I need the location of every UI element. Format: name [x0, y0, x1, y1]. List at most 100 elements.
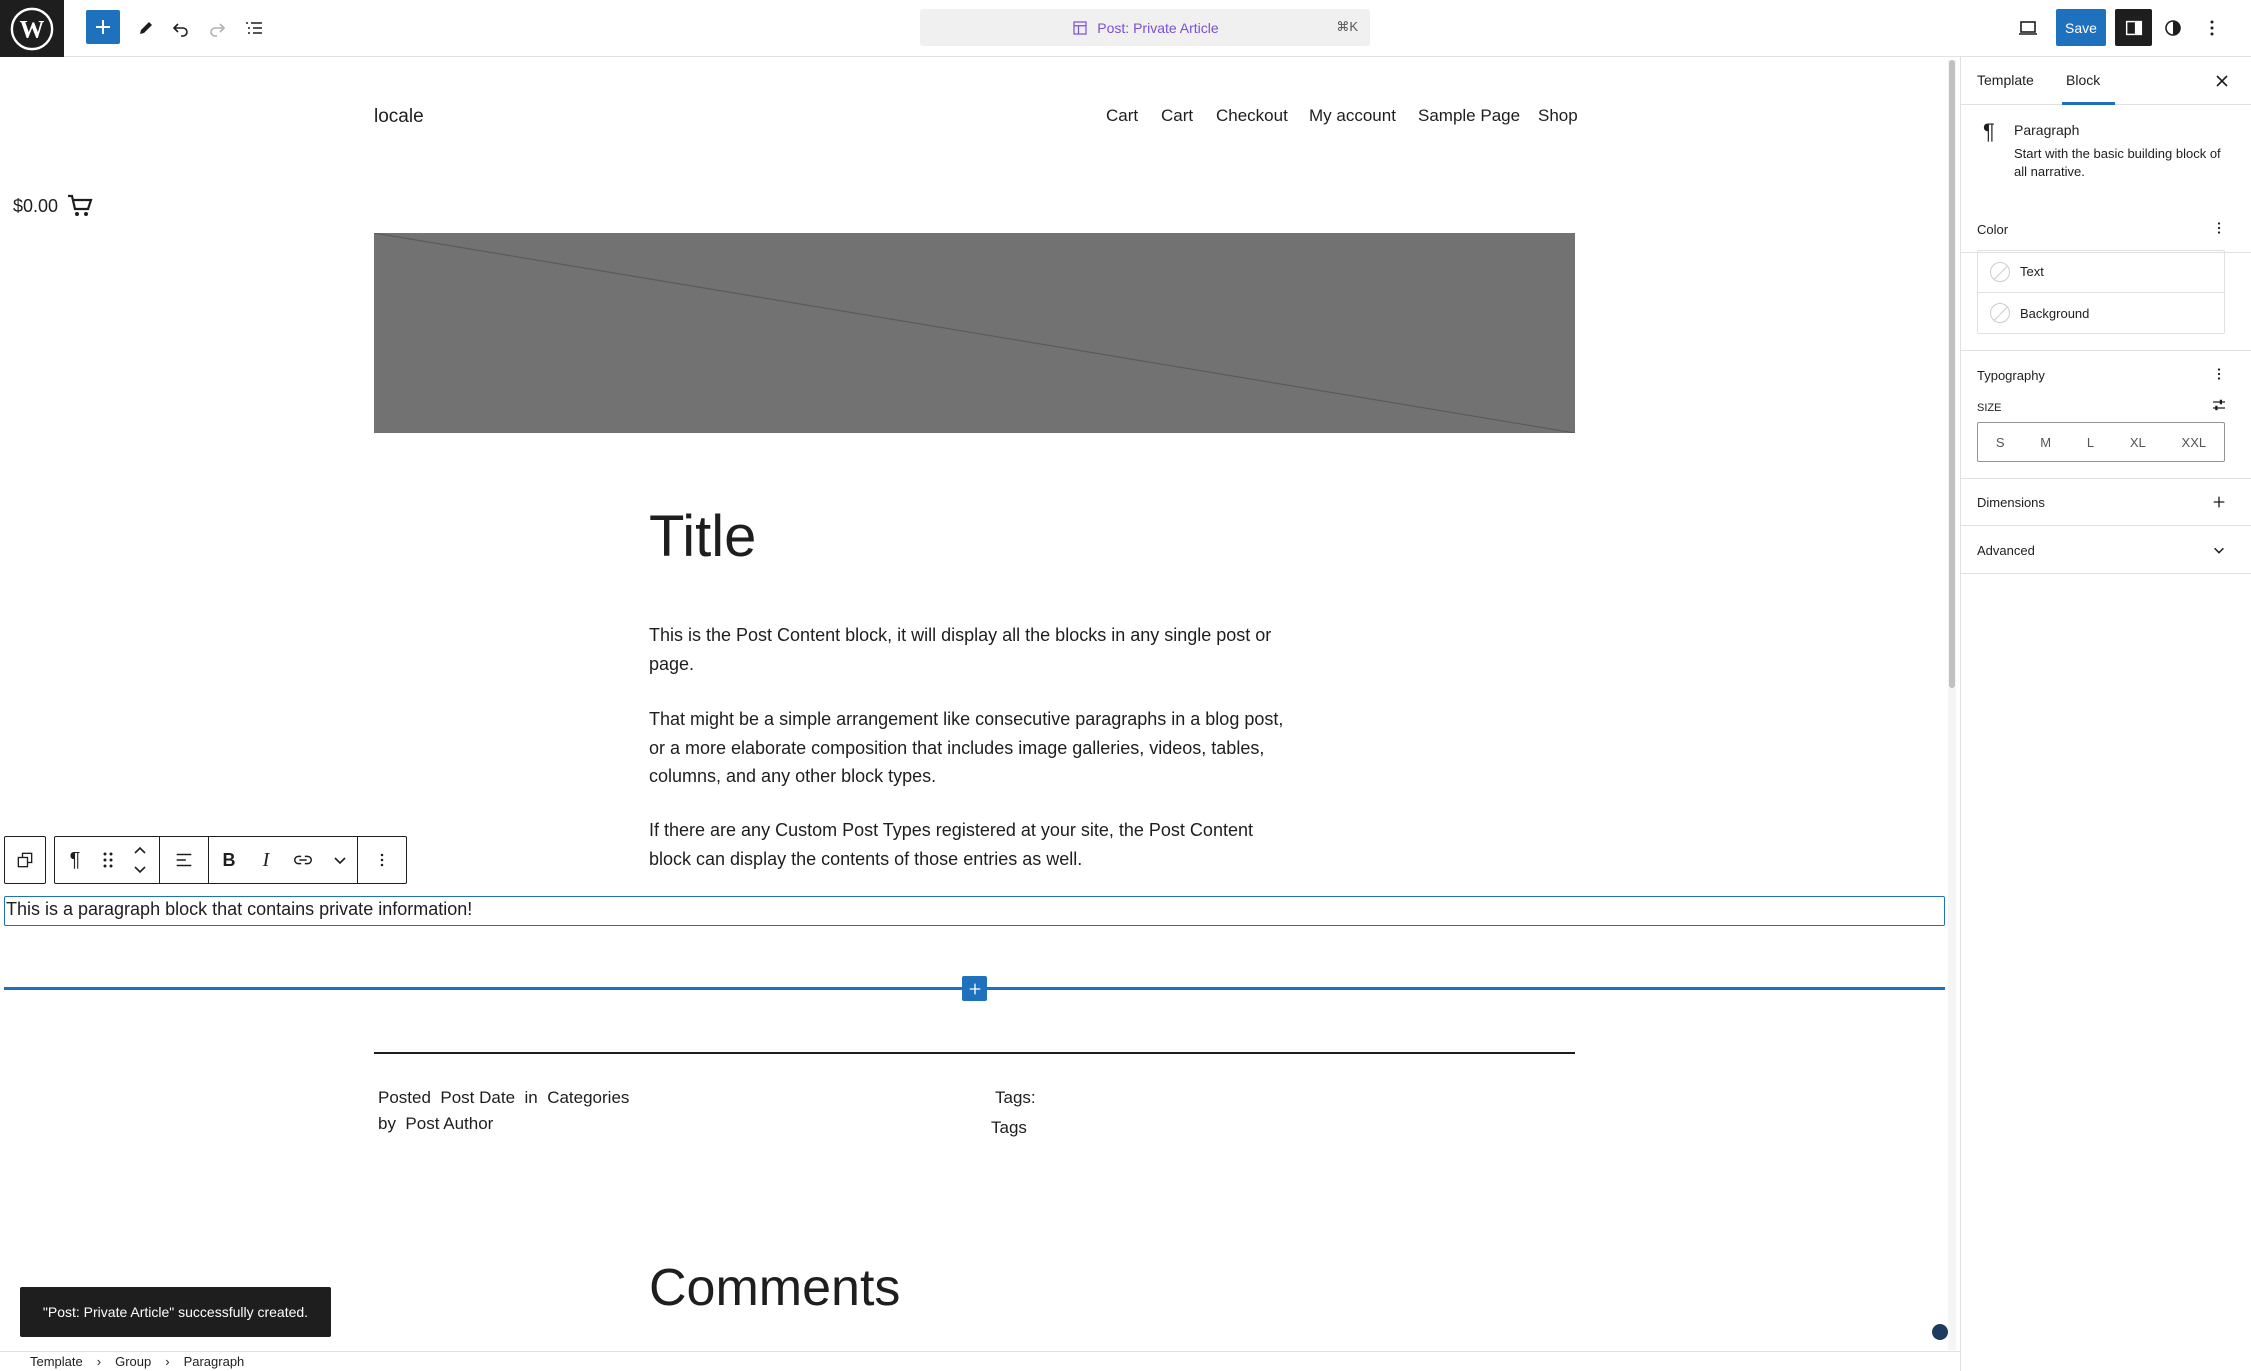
copy-icon — [17, 852, 33, 868]
font-size-xxl[interactable]: XXL — [2182, 435, 2207, 450]
panel-divider — [1961, 478, 2251, 479]
plus-icon — [2213, 496, 2225, 508]
document-bar[interactable]: Post: Private Article ⌘K — [920, 9, 1370, 46]
options-button[interactable] — [2194, 10, 2230, 46]
tab-template[interactable]: Template — [1977, 72, 2034, 88]
select-parent-button[interactable] — [5, 837, 45, 883]
desktop-icon — [2019, 21, 2037, 35]
typography-options-button[interactable] — [2207, 362, 2231, 386]
breadcrumb-paragraph[interactable]: Paragraph — [184, 1354, 245, 1369]
bold-button[interactable]: B — [209, 837, 249, 883]
color-settings: Text Background — [1977, 250, 2225, 334]
redo-button[interactable] — [199, 10, 235, 46]
wordpress-logo-button[interactable]: W — [0, 0, 64, 57]
nav-item-my-account[interactable]: My account — [1309, 106, 1396, 126]
italic-icon: I — [262, 848, 270, 871]
canvas-scrollbar[interactable] — [1948, 60, 1956, 1350]
preview-button[interactable] — [2010, 10, 2046, 46]
document-title: Post: Private Article — [1097, 19, 1219, 36]
document-overview-button[interactable] — [236, 10, 272, 46]
save-button[interactable]: Save — [2056, 9, 2106, 46]
post-content-paragraph-2[interactable]: That might be a simple arrangement like … — [649, 705, 1299, 791]
extension-badge-icon[interactable] — [1932, 1324, 1948, 1340]
typography-panel-title: Typography — [1977, 368, 2045, 383]
breadcrumb-template[interactable]: Template — [30, 1354, 83, 1369]
drag-handle[interactable] — [95, 837, 121, 883]
block-inserter-button[interactable] — [86, 10, 120, 44]
dimensions-panel-title[interactable]: Dimensions — [1977, 495, 2045, 510]
post-title[interactable]: Title — [649, 503, 756, 570]
sidebar-icon — [2125, 20, 2142, 35]
advanced-toggle-button[interactable] — [2207, 538, 2231, 562]
text-color-option[interactable]: Text — [1978, 251, 2224, 292]
more-rich-text-button[interactable] — [323, 837, 357, 883]
undo-button[interactable] — [163, 10, 199, 46]
font-size-s[interactable]: S — [1996, 435, 2005, 450]
selected-paragraph-block[interactable]: This is a paragraph block that contains … — [4, 896, 1945, 926]
post-categories[interactable]: Categories — [547, 1088, 629, 1107]
styles-button[interactable] — [2155, 10, 2191, 46]
italic-button[interactable]: I — [249, 837, 283, 883]
post-author[interactable]: Post Author — [405, 1114, 493, 1133]
snackbar-notice: "Post: Private Article" successfully cre… — [20, 1287, 331, 1337]
wordpress-icon: W — [10, 7, 54, 50]
site-title[interactable]: locale — [374, 106, 424, 128]
font-size-xl[interactable]: XL — [2130, 435, 2146, 450]
custom-size-toggle[interactable] — [2207, 393, 2231, 417]
font-size-l[interactable]: L — [2087, 435, 2094, 450]
mini-cart[interactable]: $0.00 — [13, 193, 94, 219]
nav-item-checkout[interactable]: Checkout — [1216, 106, 1288, 126]
layout-icon — [1073, 20, 1087, 35]
link-button[interactable] — [283, 837, 323, 883]
contrast-icon — [2165, 20, 2181, 36]
chevron-up-down-icon — [134, 846, 146, 874]
close-icon — [2216, 75, 2228, 87]
text-color-label: Text — [2020, 264, 2044, 279]
block-description: Start with the basic building block of a… — [2014, 146, 2221, 179]
breadcrumb-group[interactable]: Group — [115, 1354, 151, 1369]
nav-item-cart-2[interactable]: Cart — [1161, 106, 1193, 126]
more-vertical-icon — [2210, 20, 2214, 36]
advanced-panel-title[interactable]: Advanced — [1977, 543, 2035, 558]
in-label: in — [524, 1088, 538, 1107]
nav-item-cart[interactable]: Cart — [1106, 106, 1138, 126]
close-sidebar-button[interactable] — [2210, 69, 2234, 93]
featured-image-placeholder[interactable] — [374, 233, 1575, 433]
block-type-button[interactable]: ¶ — [55, 837, 95, 883]
nav-item-shop[interactable]: Shop — [1538, 106, 1578, 126]
tools-button[interactable] — [128, 10, 164, 46]
tags-label: Tags: — [995, 1088, 1036, 1107]
dimensions-add-button[interactable] — [2207, 490, 2231, 514]
font-size-m[interactable]: M — [2040, 435, 2051, 450]
nav-item-sample-page[interactable]: Sample Page — [1418, 106, 1520, 126]
panel-divider — [1961, 350, 2251, 351]
settings-toggle-button[interactable] — [2115, 9, 2152, 46]
block-options-button[interactable] — [358, 837, 406, 883]
chevron-right-icon: › — [96, 1354, 102, 1369]
command-shortcut: ⌘K — [1336, 19, 1358, 34]
color-panel-title: Color — [1977, 222, 2009, 237]
block-name: Paragraph — [2014, 122, 2080, 138]
panel-divider — [1961, 573, 2251, 574]
post-content-paragraph-1[interactable]: This is the Post Content block, it will … — [649, 621, 1299, 678]
insert-block-button[interactable] — [962, 976, 987, 1001]
sidebar-tabs: Template Block — [1961, 57, 2251, 105]
background-color-option[interactable]: Background — [1978, 292, 2224, 333]
comments-title[interactable]: Comments — [649, 1258, 900, 1318]
align-button[interactable] — [160, 837, 208, 883]
color-options-button[interactable] — [2207, 216, 2231, 240]
post-tags[interactable]: Tags — [991, 1115, 1027, 1141]
redo-icon — [210, 23, 226, 37]
tab-block[interactable]: Block — [2066, 72, 2100, 88]
settings-sliders-icon — [2213, 399, 2225, 411]
scrollbar-thumb[interactable] — [1949, 60, 1955, 688]
separator-block[interactable] — [374, 1052, 1575, 1054]
post-content-paragraph-3[interactable]: If there are any Custom Post Types regis… — [649, 816, 1299, 873]
post-date[interactable]: Post Date — [440, 1088, 515, 1107]
more-vertical-icon — [380, 853, 384, 867]
settings-sidebar: Template Block ¶ Paragraph Start with th… — [1960, 57, 2251, 1371]
block-toolbar-main-group: ¶ B I — [54, 836, 407, 884]
plus-icon — [969, 983, 980, 994]
editor-top-toolbar: W Post: Private Article ⌘K Save — [0, 0, 2251, 57]
move-up-down-button[interactable] — [121, 837, 159, 883]
